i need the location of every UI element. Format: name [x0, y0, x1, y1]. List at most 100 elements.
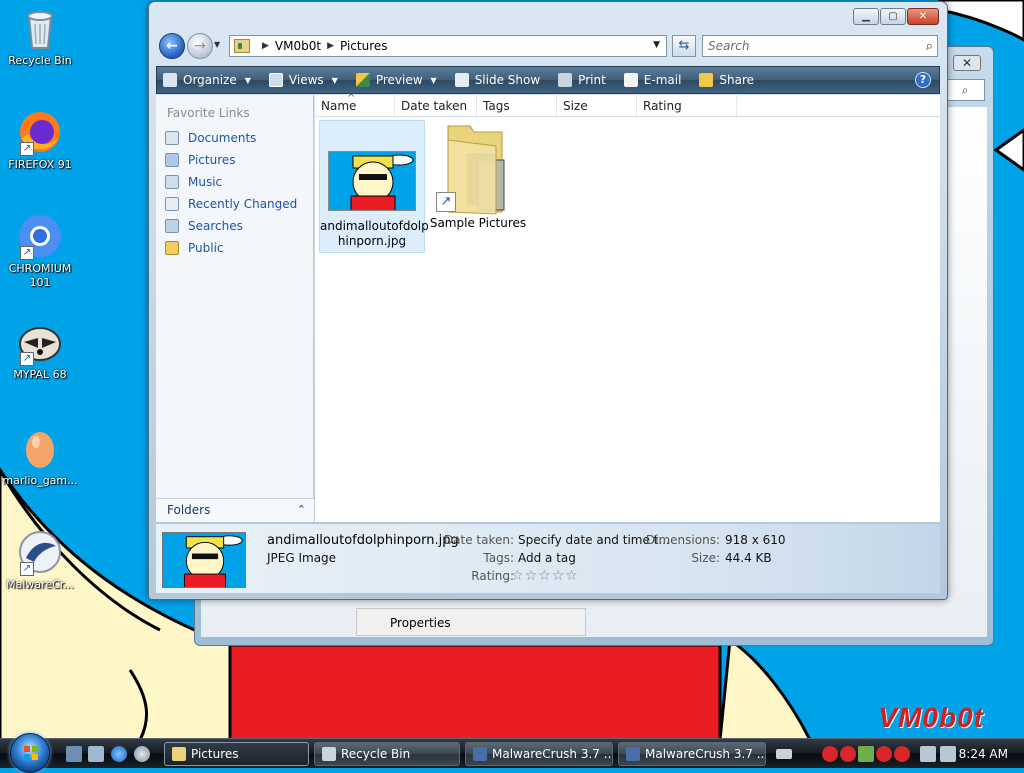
back-button[interactable]: ← — [159, 33, 185, 59]
security-alert-icon[interactable] — [840, 746, 856, 762]
rating-label: Rating: — [471, 569, 514, 583]
column-header-name[interactable]: Name — [315, 88, 395, 116]
search-icon[interactable]: ⌕ — [945, 79, 985, 101]
taskbar-button-pictures[interactable]: Pictures — [164, 742, 309, 766]
recent-pages-dropdown[interactable]: ▼ — [214, 40, 224, 50]
toolbar-share[interactable]: Share — [699, 73, 754, 87]
close-icon[interactable]: ✕ — [953, 55, 981, 71]
taskbar-button-malwarecrush[interactable]: MalwareCrush 3.7 ... — [618, 742, 766, 766]
toolbar-print[interactable]: Print — [558, 73, 606, 87]
maximize-button[interactable]: ▢ — [880, 8, 906, 25]
toolbar-label: E-mail — [643, 73, 682, 87]
search-icon[interactable]: ⌕ — [926, 37, 933, 57]
context-menu-properties[interactable]: Properties — [356, 608, 586, 636]
desktop-icon-label: FIREFOX 91 — [8, 158, 72, 171]
firefox-icon: ↗ — [16, 108, 64, 156]
show-desktop-icon[interactable] — [66, 746, 82, 762]
taskbar-button-label: MalwareCrush 3.7 ... — [645, 747, 766, 761]
nav-item-label: Recently Changed — [188, 197, 298, 211]
toolbar-label: Preview — [375, 73, 423, 87]
pictures-icon — [165, 153, 179, 167]
column-header-rating[interactable]: Rating — [637, 95, 737, 116]
refresh-button[interactable]: ⇆ — [672, 35, 696, 57]
minimize-button[interactable]: ▁ — [853, 8, 879, 25]
desktop-icon-label: MalwareCr... — [6, 578, 74, 591]
column-header-tags[interactable]: Tags — [477, 95, 557, 116]
security-alert-icon[interactable] — [876, 746, 892, 762]
security-alert-icon[interactable] — [894, 746, 910, 762]
desktop-icon-marlio[interactable]: marlio_gam... — [0, 424, 80, 488]
nav-item-label: Documents — [188, 131, 257, 145]
forward-button[interactable]: → — [187, 33, 213, 59]
nav-item-music[interactable]: Music — [156, 171, 313, 193]
volume-muted-icon[interactable] — [940, 746, 956, 762]
address-dropdown-icon[interactable]: ▼ — [653, 40, 660, 50]
toolbar-email[interactable]: E-mail — [623, 73, 682, 87]
network-icon[interactable] — [920, 746, 936, 762]
nav-item-label: Pictures — [188, 153, 236, 167]
shortcut-arrow-icon: ↗ — [20, 562, 34, 576]
address-bar[interactable]: ▶ VM0b0t ▶ Pictures ▼ — [229, 35, 667, 57]
toolbar-label: Slide Show — [474, 73, 541, 87]
defender-icon[interactable] — [858, 746, 874, 762]
taskbar-button-malwarecrush[interactable]: MalwareCrush 3.7 ... — [465, 742, 613, 766]
nav-item-documents[interactable]: Documents — [156, 127, 313, 149]
toolbar-slideshow[interactable]: Slide Show — [454, 73, 541, 87]
desktop-icon-chromium[interactable]: ↗ CHROMIUM 101 — [0, 212, 80, 290]
star-icon[interactable]: ☆ — [538, 568, 552, 584]
email-icon — [623, 73, 638, 87]
recently-changed-icon — [165, 197, 179, 211]
file-item-folder[interactable]: ↗ Sample Pictures — [425, 120, 531, 240]
mypal-icon: ↗ — [16, 318, 64, 366]
desktop-icon-malwarecrush[interactable]: ↗ MalwareCr... — [0, 528, 80, 592]
browser-icon[interactable] — [134, 746, 150, 762]
views-icon — [268, 73, 283, 87]
nav-item-pictures[interactable]: Pictures — [156, 149, 313, 171]
nav-item-recently-changed[interactable]: Recently Changed — [156, 193, 313, 215]
keyboard-icon[interactable] — [776, 749, 792, 759]
toolbar-organize[interactable]: Organize ▼ — [163, 73, 251, 87]
desktop-icon-firefox[interactable]: ↗ FIREFOX 91 — [0, 108, 80, 172]
breadcrumb-pictures[interactable]: Pictures — [340, 39, 388, 53]
toolbar-label: Share — [719, 73, 755, 87]
shortcut-arrow-icon: ↗ — [20, 142, 34, 156]
internet-explorer-icon[interactable] — [111, 746, 127, 762]
breadcrumb-vm0b0t[interactable]: VM0b0t — [275, 39, 321, 53]
searches-icon — [165, 219, 179, 233]
star-icon[interactable]: ☆ — [511, 568, 525, 584]
security-alert-icon[interactable] — [822, 746, 838, 762]
column-header-size[interactable]: Size — [557, 95, 637, 116]
start-button[interactable] — [10, 733, 50, 773]
search-input[interactable]: Search ⌕ — [702, 35, 938, 57]
close-button[interactable]: ✕ — [907, 8, 939, 25]
breadcrumb-separator-icon[interactable]: ▶ — [262, 41, 269, 51]
share-icon — [699, 73, 714, 87]
nav-item-searches[interactable]: Searches — [156, 215, 313, 237]
column-header-date-taken[interactable]: Date taken — [395, 95, 477, 116]
details-thumbnail — [162, 532, 246, 588]
windows-logo-icon — [24, 746, 38, 760]
switch-windows-icon[interactable] — [88, 746, 104, 762]
folders-toggle[interactable]: Folders ⌃ — [156, 498, 314, 522]
star-icon[interactable]: ☆ — [552, 568, 566, 584]
toolbar-views[interactable]: Views ▼ — [268, 73, 338, 87]
shortcut-arrow-icon: ↗ — [20, 352, 34, 366]
shortcut-arrow-icon: ↗ — [20, 246, 34, 260]
taskbar-button-recycle-bin[interactable]: Recycle Bin — [314, 742, 460, 766]
file-list[interactable]: Name Date taken Tags Size Rating andimal… — [315, 88, 940, 522]
clock[interactable]: 8:24 AM — [959, 739, 1008, 769]
desktop-icon-mypal[interactable]: ↗ MYPAL 68 — [0, 318, 80, 382]
size-label: Size: — [691, 551, 720, 565]
tags-value[interactable]: Add a tag — [518, 551, 576, 565]
star-icon[interactable]: ☆ — [565, 568, 579, 584]
help-icon[interactable]: ? — [915, 72, 931, 88]
explorer-window[interactable]: ▁ ▢ ✕ ← → ▼ ▶ VM0b0t ▶ Pictures ▼ ⇆ Sear… — [148, 1, 948, 600]
breadcrumb-separator-icon[interactable]: ▶ — [327, 41, 334, 51]
star-icon[interactable]: ☆ — [525, 568, 539, 584]
rating-stars[interactable]: ☆☆☆☆☆ — [511, 568, 579, 584]
toolbar-preview[interactable]: Preview ▼ — [355, 73, 437, 87]
desktop-icon-recycle-bin[interactable]: Recycle Bin — [0, 4, 80, 68]
nav-item-public[interactable]: Public — [156, 237, 313, 259]
chevron-down-icon: ▼ — [331, 75, 338, 85]
file-item-image[interactable]: andimalloutofdolp hinporn.jpg — [319, 120, 429, 253]
